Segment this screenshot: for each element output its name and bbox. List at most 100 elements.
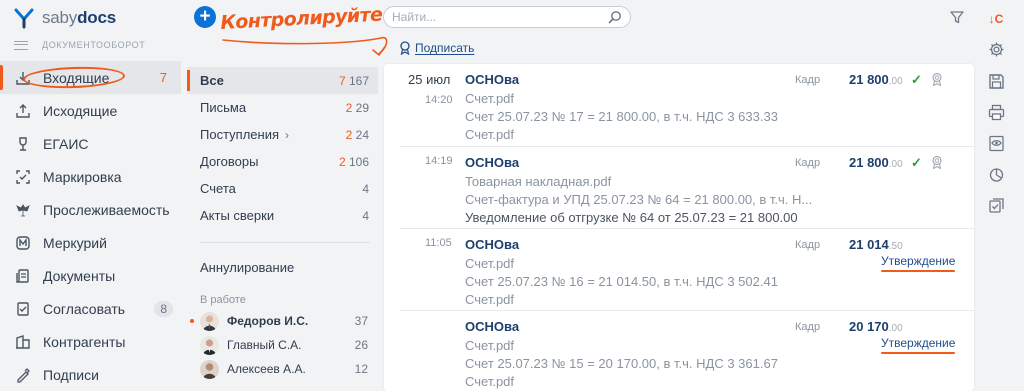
create-button[interactable]: +	[194, 6, 216, 28]
sort-icon: ↓С	[988, 12, 1004, 26]
folder-label: Акты сверки	[200, 208, 275, 223]
document-sum: 21 014.50	[849, 237, 903, 252]
document-row[interactable]: ОСНОва Счет.pdf Счет 25.07.23 № 15 = 20 …	[384, 311, 974, 391]
folder-label: Поступления	[200, 127, 280, 142]
sidebar-item-traceability[interactable]: Прослеживаемость	[0, 193, 181, 226]
status-badge[interactable]: Утверждение	[881, 254, 956, 272]
checklist-icon	[988, 197, 1004, 213]
sidebar-item-signatures[interactable]: Подписи	[0, 358, 181, 391]
attachment-line: Счет.pdf	[465, 127, 515, 142]
sidebar-item-label: Маркировка	[43, 168, 122, 185]
counterparty-name[interactable]: ОСНОва	[465, 319, 519, 334]
document-source: Кадр	[795, 157, 821, 169]
folder-label: Все	[200, 73, 224, 88]
search-input[interactable]	[392, 10, 608, 24]
inbox-icon	[14, 69, 32, 87]
checklist-button[interactable]	[985, 194, 1007, 216]
chart-button[interactable]	[985, 163, 1007, 185]
person-item[interactable]: Алексеев А.А. 12	[200, 358, 370, 380]
folder-label: Письма	[200, 100, 247, 115]
avatar	[200, 311, 219, 331]
person-item[interactable]: Федоров И.С. 37	[190, 310, 370, 332]
sidebar-item-label: Прослеживаемость	[43, 201, 170, 218]
avatar	[200, 359, 219, 379]
signature-icon	[14, 366, 32, 384]
sign-button[interactable]: Подписать	[399, 41, 474, 55]
sidebar-item-label: Исходящие	[43, 102, 118, 119]
sidebar-item-marking[interactable]: Маркировка	[0, 160, 181, 193]
sign-label: Подписать	[415, 41, 475, 55]
preview-button[interactable]	[985, 132, 1007, 154]
person-name: Алексеев А.А.	[227, 362, 306, 376]
folder-invoices[interactable]: Счета 4	[187, 175, 378, 202]
section-header: ДОКУМЕНТООБОРОТ	[14, 40, 145, 50]
document-time: 14:20	[425, 94, 453, 106]
settings-button[interactable]	[985, 38, 1007, 60]
sidebar-item-counterparties[interactable]: Контрагенты	[0, 325, 181, 358]
person-name: Главный С.А.	[227, 338, 302, 352]
sidebar-item-incoming[interactable]: Входящие 7	[0, 61, 181, 94]
seal-icon	[400, 41, 410, 55]
person-item[interactable]: Главный С.А. 26	[200, 334, 370, 356]
save-button[interactable]	[985, 70, 1007, 92]
document-time: 11:05	[425, 237, 452, 249]
folder-letters[interactable]: Письма 2 29	[187, 94, 378, 121]
folder-reconciliation[interactable]: Акты сверки 4	[187, 202, 378, 229]
document-row[interactable]: 11:05 ОСНОва Счет.pdf Счет 25.07.23 № 16…	[384, 229, 974, 311]
sidebar-item-egais[interactable]: ЕГАИС	[0, 127, 181, 160]
unread-count: 7	[159, 70, 167, 85]
counterparty-name[interactable]: ОСНОва	[465, 237, 519, 252]
counterparty-name[interactable]: ОСНОва	[465, 155, 519, 170]
checkmark-icon: ✓	[911, 72, 922, 87]
sidebar: sabуdocs ДОКУМЕНТООБОРОТ Входящие 7 Исхо…	[0, 0, 181, 391]
filter-icon[interactable]	[950, 10, 964, 24]
checkmark-icon: ✓	[911, 155, 922, 170]
search-box[interactable]	[383, 6, 631, 28]
in-work-title: В работе	[200, 294, 246, 306]
document-row[interactable]: 25 июл 14:20 ОСНОва Счет.pdf Счет 25.07.…	[384, 64, 974, 147]
app: sabуdocs ДОКУМЕНТООБОРОТ Входящие 7 Исхо…	[0, 0, 1024, 391]
folder-count: 4	[362, 181, 369, 196]
person-count: 37	[354, 314, 368, 328]
sort-button[interactable]: ↓С	[985, 8, 1007, 30]
status-badge[interactable]: Утверждение	[881, 336, 956, 354]
sidebar-item-label: Входящие	[43, 69, 110, 86]
person-name: Федоров И.С.	[227, 314, 309, 328]
menu-icon[interactable]	[14, 40, 28, 50]
print-button[interactable]	[985, 101, 1007, 123]
attachment-line: Счет.pdf	[465, 338, 515, 353]
attachment-line: Товарная накладная.pdf	[465, 174, 612, 189]
approve-count-badge: 8	[154, 300, 173, 317]
document-source: Кадр	[795, 239, 821, 251]
attachment-line: Счет.pdf	[465, 374, 515, 389]
avatar	[200, 335, 219, 355]
chevron-right-icon[interactable]: ›	[285, 128, 289, 142]
folder-all[interactable]: Все 7 167	[187, 67, 378, 94]
sidebar-item-approve[interactable]: Согласовать 8	[0, 292, 181, 325]
folder-receipts[interactable]: Поступления › 2 24	[187, 121, 378, 148]
sidebar-item-mercury[interactable]: Меркурий	[0, 226, 181, 259]
document-sum: 21 800.00	[849, 155, 903, 170]
attachment-line: Счет.pdf	[465, 256, 515, 271]
mercury-icon	[14, 234, 32, 252]
search-icon[interactable]	[608, 10, 622, 24]
sidebar-item-label: Контрагенты	[43, 333, 126, 350]
document-row[interactable]: 14:19 ОСНОва Товарная накладная.pdf Счет…	[384, 147, 974, 229]
annulment-link[interactable]: Аннулирование	[200, 260, 294, 275]
counterparty-name[interactable]: ОСНОва	[465, 72, 519, 87]
sidebar-item-documents[interactable]: Документы	[0, 259, 181, 292]
save-icon	[988, 73, 1004, 89]
logo[interactable]: sabуdocs	[14, 6, 116, 30]
folder-count: 7 167	[338, 73, 369, 88]
folder-contracts[interactable]: Договоры 2 106	[187, 148, 378, 175]
sidebar-item-label: ЕГАИС	[43, 135, 89, 152]
attachment-line: Счет-фактура и УПД 25.07.23 № 64 = 21 80…	[465, 192, 813, 207]
preview-icon	[988, 135, 1004, 151]
settings-icon	[989, 42, 1003, 56]
attachment-line: Счет 25.07.23 № 16 = 21 014.50, в т.ч. Н…	[465, 274, 778, 289]
sidebar-item-outgoing[interactable]: Исходящие	[0, 94, 181, 127]
document-list: 25 июл 14:20 ОСНОва Счет.pdf Счет 25.07.…	[384, 64, 974, 391]
sidebar-item-label: Подписи	[43, 366, 99, 383]
marking-icon	[14, 168, 32, 186]
sidebar-item-label: Меркурий	[43, 234, 107, 251]
